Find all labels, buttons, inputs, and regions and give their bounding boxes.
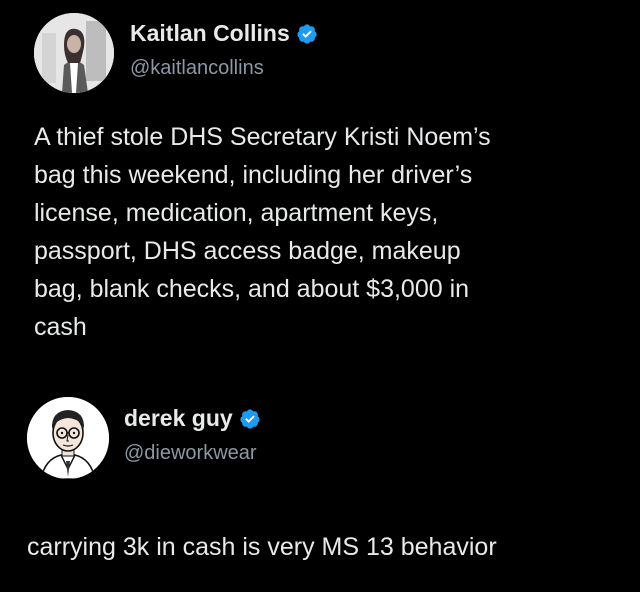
tweet-text-line: A thief stole DHS Secretary Kristi Noem’… bbox=[34, 123, 491, 151]
illustrated-man-portrait-icon bbox=[27, 397, 109, 479]
display-name[interactable]: derek guy bbox=[124, 405, 233, 432]
tweet-text-line: cash bbox=[34, 313, 87, 341]
handle[interactable]: @kaitlancollins bbox=[130, 57, 264, 80]
display-name[interactable]: Kaitlan Collins bbox=[130, 20, 290, 47]
tweet-text-line: bag, blank checks, and about $3,000 in bbox=[34, 275, 470, 303]
tweet-text: carrying 3k in cash is very MS 13 behavi… bbox=[27, 528, 627, 566]
tweet-card: derek guy @dieworkwear carrying 3k in ca… bbox=[0, 380, 640, 592]
tweet-text-line: license, medication, apartment keys, bbox=[34, 199, 439, 227]
profile-photo-icon bbox=[34, 13, 114, 93]
author-row: derek guy bbox=[124, 405, 261, 432]
tweet-text: A thief stole DHS Secretary Kristi Noem’… bbox=[34, 118, 614, 346]
author-row: Kaitlan Collins bbox=[130, 20, 318, 47]
tweet-card: Kaitlan Collins @kaitlancollins A thief … bbox=[0, 0, 640, 380]
tweet-text-line: bag this weekend, including her driver’s bbox=[34, 161, 473, 189]
handle[interactable]: @dieworkwear bbox=[124, 442, 257, 465]
avatar[interactable] bbox=[34, 13, 114, 93]
avatar[interactable] bbox=[27, 397, 109, 479]
verified-badge-icon bbox=[296, 23, 318, 45]
verified-badge-icon bbox=[239, 408, 261, 430]
tweet-text-line: passport, DHS access badge, makeup bbox=[34, 237, 461, 265]
tweet-text-line: carrying 3k in cash is very MS 13 behavi… bbox=[27, 533, 497, 561]
